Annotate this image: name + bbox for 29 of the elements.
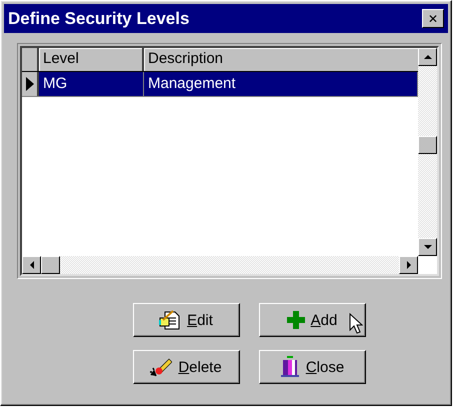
table-cell: Management [144,72,418,96]
column-header[interactable]: Description [144,48,418,71]
scroll-thumb[interactable] [41,256,60,274]
mouse-pointer-icon [348,313,362,335]
add-button[interactable]: Add [258,303,366,337]
scroll-right-button[interactable] [399,256,418,274]
scroll-down-button[interactable] [418,238,437,256]
table-row[interactable]: MG Management [22,72,418,97]
delete-button[interactable]: Delete [132,350,240,384]
vertical-scrollbar[interactable] [418,48,437,256]
scroll-up-button[interactable] [418,48,437,66]
down-arrow-icon [424,245,432,249]
table-cell: MG [39,72,144,96]
document-pencil-icon [159,310,182,330]
scroll-left-button[interactable] [22,256,41,274]
eraser-icon [150,357,172,377]
row-pointer-icon [26,77,34,91]
scroll-thumb[interactable] [418,136,437,154]
plus-icon [286,311,305,329]
edit-button[interactable]: Edit [132,303,240,337]
up-arrow-icon [424,55,432,59]
close-button[interactable]: Close [258,350,366,384]
horizontal-scrollbar[interactable] [22,256,418,274]
close-button[interactable]: ✕ [422,9,444,28]
right-arrow-icon [406,261,410,269]
left-arrow-icon [30,261,34,269]
door-icon [280,356,300,378]
column-header[interactable]: Level [39,48,144,71]
window-title: Define Security Levels [8,8,190,28]
